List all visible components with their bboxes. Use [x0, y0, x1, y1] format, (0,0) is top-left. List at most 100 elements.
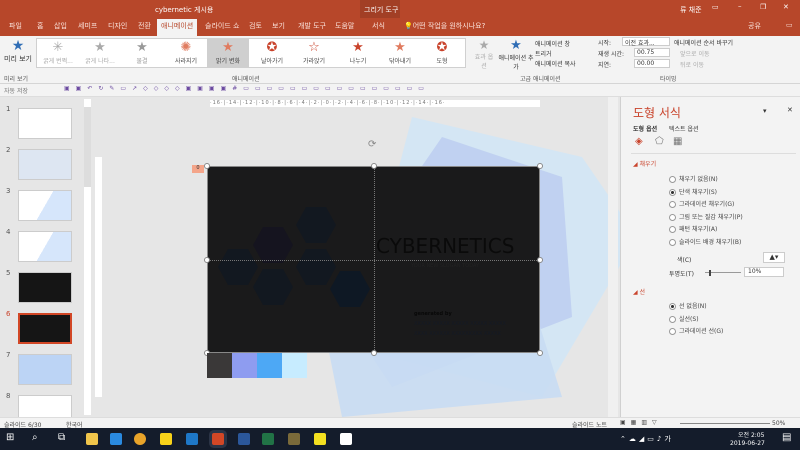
transparency-slider[interactable] — [705, 270, 741, 276]
radio-option[interactable]: 슬라이드 배경 채우기(B) — [669, 237, 741, 246]
rotate-handle-icon[interactable]: ⟳ — [368, 139, 376, 150]
selected-rectangle-shape[interactable]: CYBERNETICS YOUR NEW SLOGAN TODAY genera… — [204, 163, 543, 356]
tab-review[interactable]: 검토 — [249, 21, 262, 31]
move-earlier-button[interactable]: 앞으로 이동 — [680, 49, 710, 58]
edge-icon[interactable] — [110, 433, 122, 445]
gallery-item[interactable]: ★ 나누기 — [337, 39, 379, 68]
tab-insert[interactable]: 삽입 — [54, 21, 67, 31]
gallery-item[interactable]: ✪ 도형 — [421, 39, 463, 68]
share-button[interactable]: 공유 — [748, 21, 761, 31]
clock-date[interactable]: 2019-06-27 — [730, 440, 765, 447]
gallery-item[interactable]: ✺ 사라지기 — [165, 39, 207, 68]
slide-thumbnail[interactable] — [18, 354, 72, 385]
radio-option[interactable]: 단색 채우기(S) — [669, 187, 717, 196]
tab-text-options[interactable]: 텍스트 옵션 — [669, 124, 699, 133]
tab-format[interactable]: 서식 — [372, 21, 385, 31]
comments-icon[interactable]: ▭ — [786, 21, 793, 29]
resize-handle[interactable] — [204, 163, 210, 169]
slide-thumbnail[interactable] — [18, 190, 72, 221]
radio-option[interactable]: 채우기 없음(N) — [669, 174, 718, 183]
tab-shape-options[interactable]: 도형 옵션 — [633, 124, 657, 133]
transparency-input[interactable]: 10% — [744, 267, 784, 277]
tab-home[interactable]: 홈 — [37, 21, 43, 31]
size-properties-icon[interactable]: ▦ — [673, 136, 682, 147]
slide-thumbnail[interactable] — [18, 149, 72, 180]
delay-input[interactable]: 00.00 — [634, 59, 670, 68]
resize-handle[interactable] — [371, 163, 377, 169]
effects-icon[interactable]: ⬠ — [655, 136, 664, 147]
resize-handle[interactable] — [204, 257, 210, 263]
move-later-button[interactable]: 뒤로 이동 — [680, 60, 704, 69]
gallery-item[interactable]: ✪ 날아가기 — [251, 39, 293, 68]
resize-handle[interactable] — [371, 350, 377, 356]
tab-slideshow[interactable]: 슬라이드 쇼 — [205, 21, 239, 31]
sticky-notes-icon[interactable] — [314, 433, 326, 445]
radio-option[interactable]: 그라데이션 채우기(G) — [669, 199, 734, 208]
tell-me-search[interactable]: 💡어떤 작업을 원하시나요? — [404, 21, 485, 31]
tab-semipe[interactable]: 세미프 — [78, 21, 97, 31]
snip-icon[interactable] — [288, 433, 300, 445]
notion-icon[interactable] — [340, 433, 352, 445]
zoom-level[interactable]: 50% — [772, 420, 785, 427]
pane-options-icon[interactable]: ▾ — [763, 107, 767, 115]
gallery-item[interactable]: ☆ 가라앉기 — [293, 39, 335, 68]
maximize-button[interactable]: ❐ — [760, 3, 766, 11]
tab-design[interactable]: 디자인 — [108, 21, 127, 31]
animation-tag[interactable]: 0 — [192, 165, 204, 173]
thumbnail-scrollbar[interactable] — [84, 99, 91, 415]
word-icon[interactable] — [238, 433, 250, 445]
add-animation-button[interactable]: ★ 애니메이션 추가 — [498, 38, 534, 71]
tab-help[interactable]: 도움말 — [335, 21, 354, 31]
gallery-item[interactable]: ★ 굵게 나타... — [79, 39, 121, 68]
slide-thumbnail[interactable] — [18, 272, 72, 303]
autosave-toggle[interactable]: 자동 저장 — [4, 86, 28, 95]
user-name[interactable]: 류 채준 — [680, 5, 702, 15]
radio-option[interactable]: 선 없음(N) — [669, 301, 707, 310]
resize-handle[interactable] — [537, 350, 543, 356]
ribbon-display-icon[interactable]: ▭ — [712, 3, 719, 11]
resize-handle[interactable] — [537, 257, 543, 263]
gallery-item-selected[interactable]: ★ 밝기 변화 — [207, 39, 249, 68]
tab-transitions[interactable]: 전환 — [138, 21, 151, 31]
task-view-icon[interactable]: ⧉ — [58, 432, 65, 443]
radio-option[interactable]: 패턴 채우기(A) — [669, 224, 717, 233]
toolbar-icons[interactable]: ▣▣↶↻✎▭↗◇◇◇◇▣▣▣▣#▭▭▭▭▭▭▭▭▭▭▭▭▭▭▭▭ — [64, 85, 430, 92]
line-section-header[interactable]: ◢ 선 — [633, 287, 645, 296]
radio-option[interactable]: 그림 또는 질감 채우기(P) — [669, 212, 743, 221]
tab-developer[interactable]: 개발 도구 — [298, 21, 326, 31]
slide-thumbnail[interactable] — [18, 313, 72, 344]
gallery-item[interactable]: ✳ 굵게 번쩍... — [37, 39, 79, 68]
notification-icon[interactable]: ▤ — [782, 432, 791, 443]
minimize-button[interactable]: – — [738, 2, 742, 10]
view-buttons[interactable]: ▣▦▥▽ — [620, 419, 662, 426]
pane-close-button[interactable]: ✕ — [787, 106, 793, 114]
radio-option[interactable]: 실선(S) — [669, 314, 699, 323]
effect-options-button[interactable]: ★ 효과 옵션 — [474, 38, 494, 70]
search-icon[interactable]: ⌕ — [32, 432, 38, 443]
fill-section-header[interactable]: ◢ 채우기 — [633, 159, 656, 168]
system-tray-icons[interactable]: ⌃☁◢▭♪가 — [620, 434, 674, 444]
app-icon[interactable] — [186, 433, 198, 445]
animation-pane-button[interactable]: 애니메이션 창 — [535, 39, 570, 48]
gallery-item[interactable]: ★ 물결 — [121, 39, 163, 68]
fill-line-icon[interactable]: ◈ — [635, 136, 643, 147]
animation-painter-button[interactable]: 애니메이션 복사 — [535, 59, 576, 68]
powerpoint-icon[interactable] — [212, 433, 224, 445]
slide-thumbnail[interactable] — [18, 231, 72, 262]
clock-time[interactable]: 오전 2:05 — [738, 430, 764, 439]
resize-handle[interactable] — [537, 163, 543, 169]
windows-start-icon[interactable]: ⊞ — [6, 432, 14, 443]
slide-thumbnail[interactable] — [18, 108, 72, 139]
gallery-item[interactable]: ★ 닦아내기 — [379, 39, 421, 68]
start-select[interactable]: 이전 효과... — [622, 37, 670, 47]
file-explorer-icon[interactable] — [86, 433, 98, 445]
tab-animations[interactable]: 애니메이션 — [157, 19, 198, 36]
close-button[interactable]: ✕ — [783, 3, 789, 11]
radio-option[interactable]: 그라데이션 선(G) — [669, 326, 723, 335]
kakaotalk-icon[interactable] — [160, 433, 172, 445]
preview-button[interactable]: ★ 미리 보기 — [4, 38, 32, 64]
tab-file[interactable]: 파일 — [9, 21, 22, 31]
duration-input[interactable]: 00.75 — [634, 48, 670, 57]
tab-view[interactable]: 보기 — [272, 21, 285, 31]
fill-color-picker[interactable]: ▲▾ — [763, 252, 785, 263]
